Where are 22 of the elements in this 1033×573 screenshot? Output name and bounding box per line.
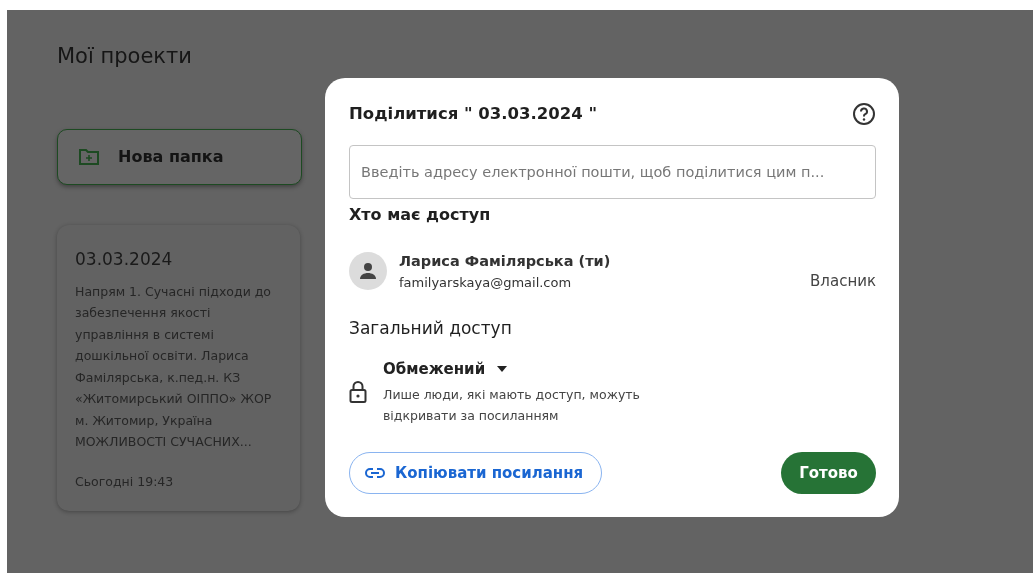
section-heading: Загальний доступ xyxy=(349,317,513,340)
copy-link-button[interactable]: Копіювати посилання xyxy=(349,452,603,494)
link-icon xyxy=(365,468,385,478)
person-role: Власник xyxy=(810,270,876,292)
project-title: 03.03.2024 xyxy=(75,248,174,272)
caret-icon xyxy=(497,365,508,372)
page-title: Мої проекти xyxy=(57,44,193,70)
folder-plus-icon xyxy=(78,148,100,167)
dialog-title: Поділитися " 03.03.2024 " xyxy=(349,103,598,125)
avatar-icon xyxy=(349,252,387,291)
done-button[interactable]: Готово xyxy=(781,452,876,494)
help-icon[interactable] xyxy=(852,102,876,127)
project-timestamp: Сьогодні 19:43 xyxy=(75,472,175,491)
email-input-field[interactable]: Введіть адресу електронної пошти, щоб поділитися цим п... xyxy=(349,144,876,199)
new-folder-button[interactable]: Нова папка xyxy=(57,129,302,186)
lock-icon xyxy=(349,379,367,404)
access-level-dropdown[interactable]: Обмежений xyxy=(383,357,508,380)
project-description: Напрям 1. Сучасні підходи до забезпечення якості управління в системі дошкільної освіти. Лариса Фамілярська, к.пед.н. КЗ «Житомирський ОІППО» ЖОР м. Житомир, Україна МОЖЛИВОСТІ СУЧАСНИХ... xyxy=(75,282,273,452)
access-description: Лише люди, які мають доступ, можуть відкривати за посиланням xyxy=(383,386,641,425)
person-email: familyarskaya@gmail.com xyxy=(399,273,573,292)
section-heading: Хто має доступ xyxy=(349,203,492,226)
person-name: Лариса Фамілярська (ти) xyxy=(399,251,612,271)
